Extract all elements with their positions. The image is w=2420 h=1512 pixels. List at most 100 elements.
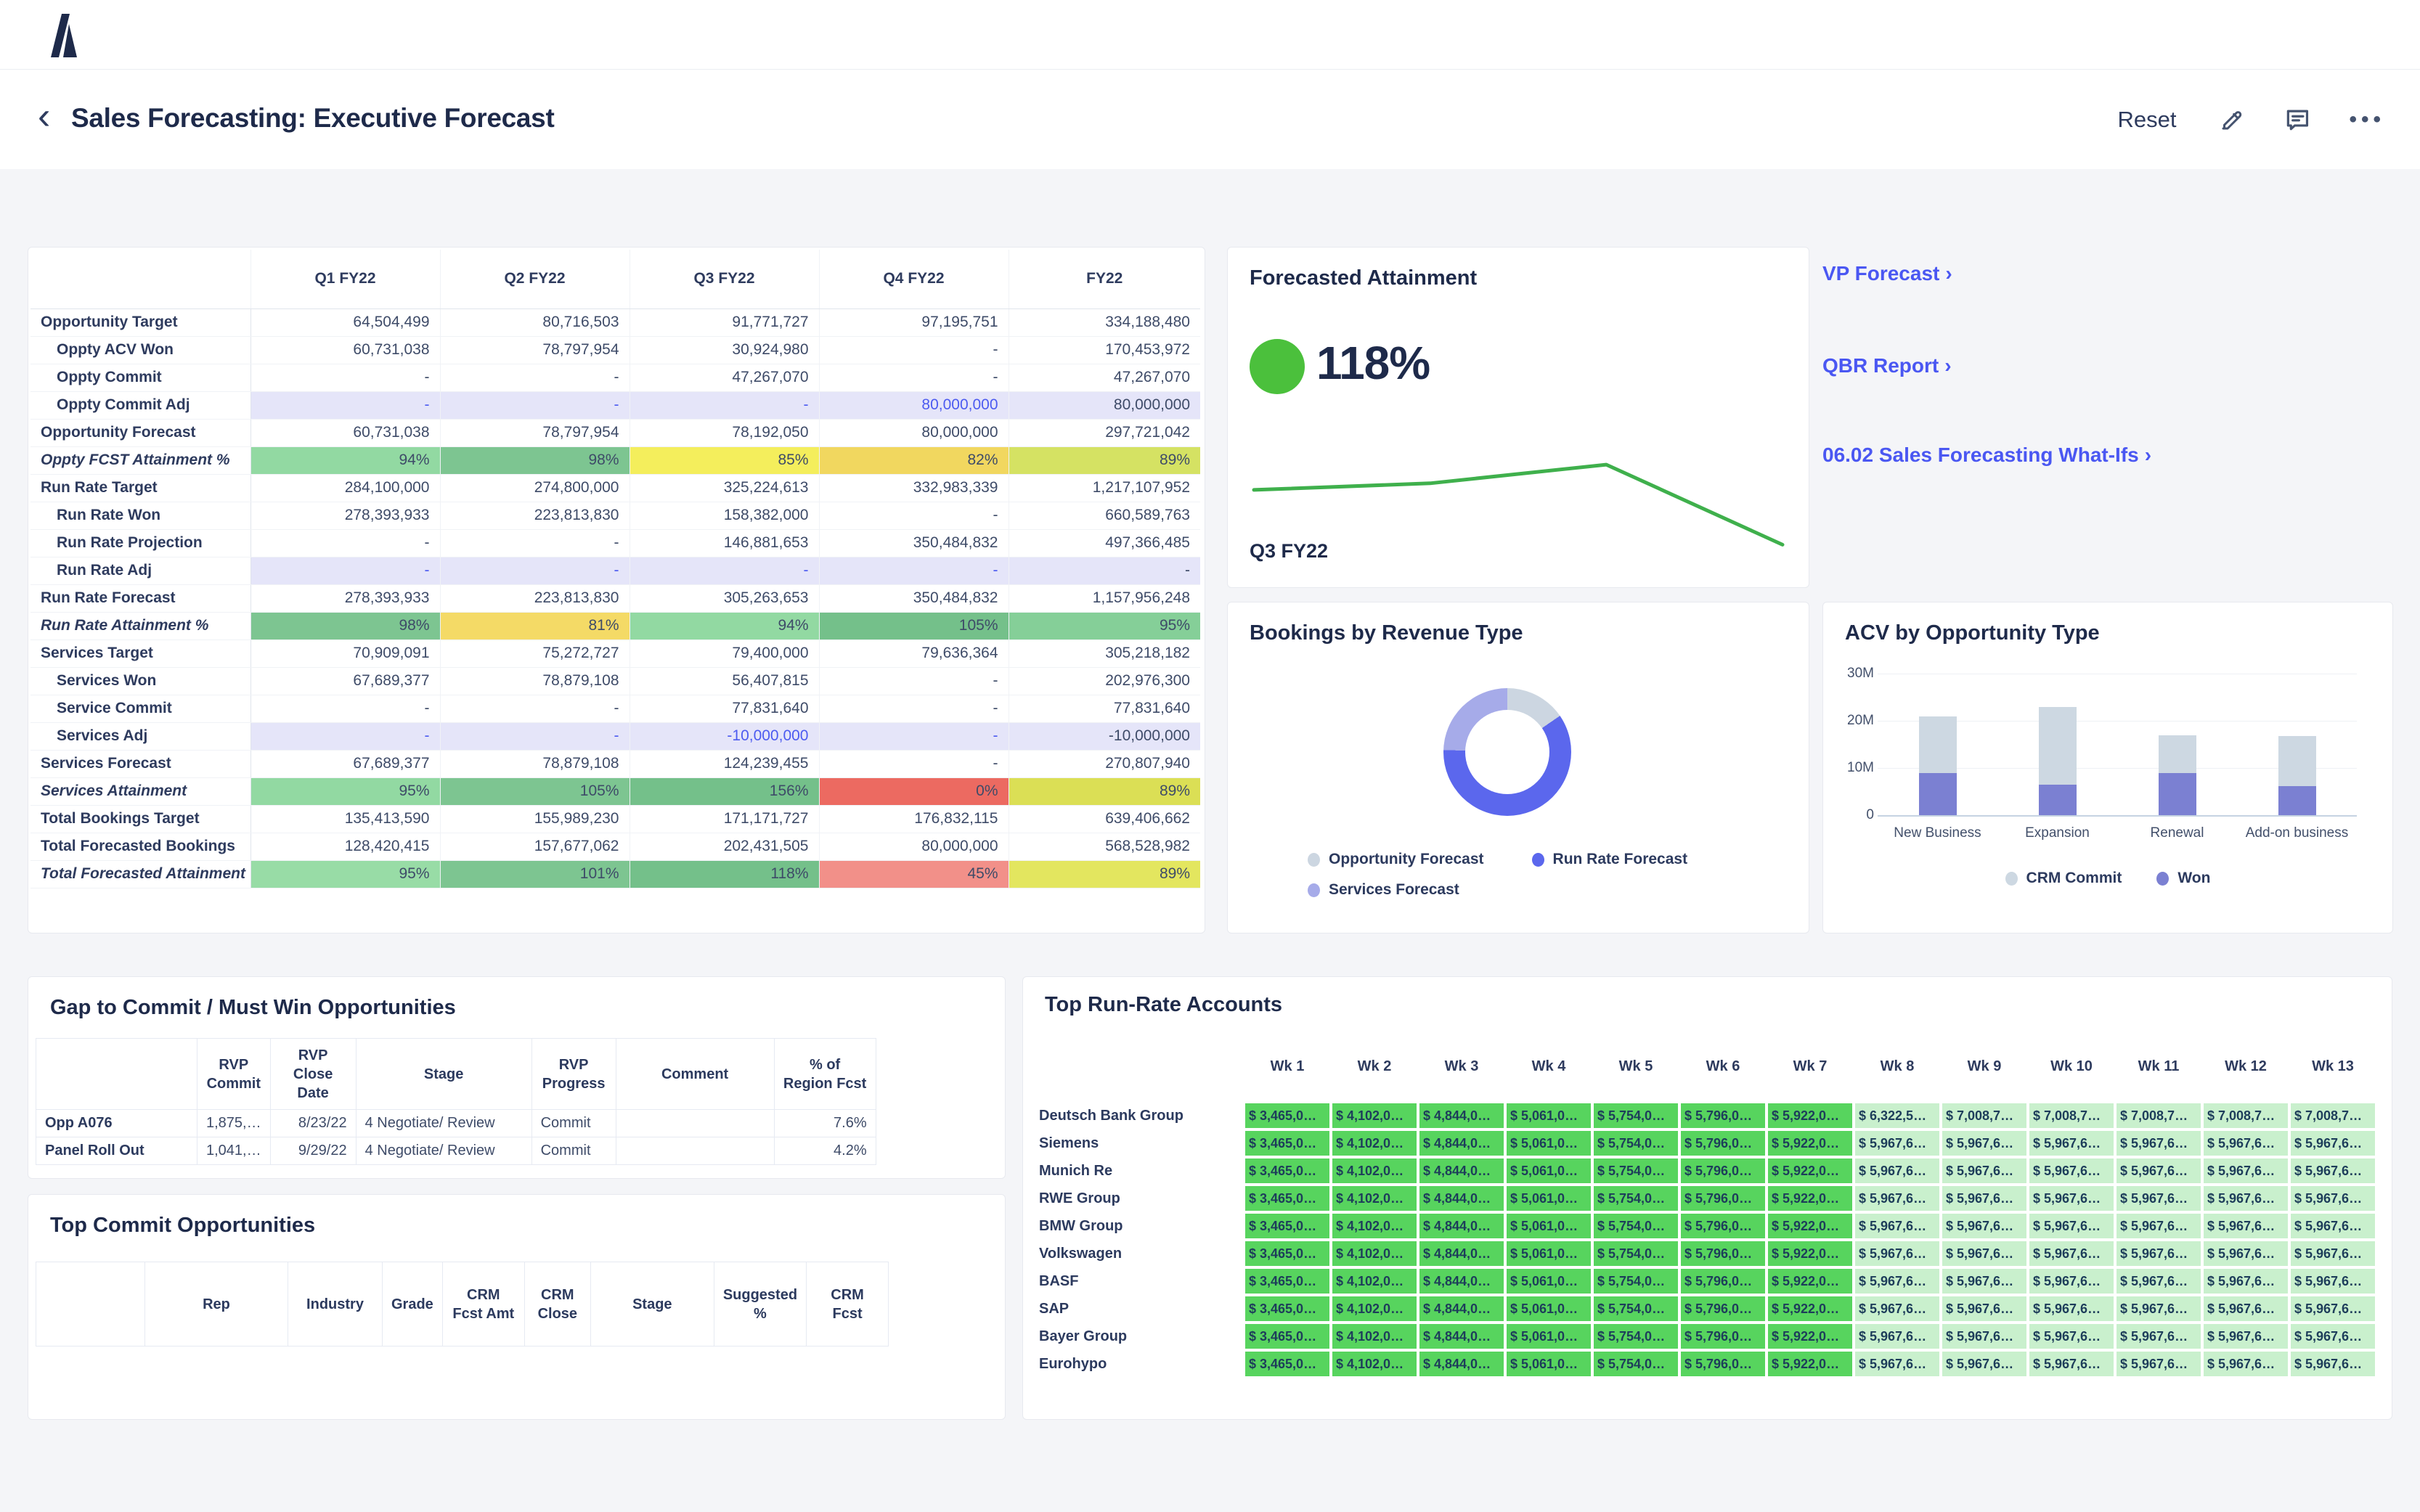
week-value-cell[interactable]: $ 5,967,6… (2115, 1212, 2202, 1240)
grid-cell[interactable]: 223,813,830 (440, 502, 630, 529)
week-value-cell[interactable]: $ 3,465,0… (1244, 1350, 1331, 1378)
table-cell[interactable]: 1,875,… (197, 1110, 271, 1137)
grid-cell[interactable]: 105% (440, 777, 630, 805)
week-value-cell[interactable]: $ 4,102,0… (1331, 1350, 1418, 1378)
week-value-cell[interactable]: $ 5,922,0… (1767, 1102, 1854, 1129)
week-value-cell[interactable]: $ 4,102,0… (1331, 1129, 1418, 1157)
week-value-cell[interactable]: $ 5,061,0… (1505, 1267, 1592, 1295)
table-cell[interactable] (616, 1137, 774, 1165)
week-value-cell[interactable]: $ 4,844,0… (1418, 1350, 1505, 1378)
week-value-cell[interactable]: $ 5,967,6… (2028, 1240, 2115, 1267)
week-value-cell[interactable]: $ 5,796,0… (1679, 1185, 1767, 1212)
week-value-cell[interactable]: $ 5,061,0… (1505, 1295, 1592, 1323)
grid-cell[interactable]: 155,989,230 (440, 805, 630, 833)
week-value-cell[interactable]: $ 4,102,0… (1331, 1185, 1418, 1212)
grid-cell[interactable]: 124,239,455 (630, 750, 819, 777)
week-value-cell[interactable]: $ 5,922,0… (1767, 1240, 1854, 1267)
week-value-cell[interactable]: $ 4,844,0… (1418, 1102, 1505, 1129)
grid-cell[interactable]: 497,366,485 (1009, 529, 1200, 557)
grid-cell[interactable]: 334,188,480 (1009, 308, 1200, 336)
week-value-cell[interactable]: $ 6,322,5… (1854, 1102, 1941, 1129)
week-value-cell[interactable]: $ 5,967,6… (2115, 1350, 2202, 1378)
week-value-cell[interactable]: $ 3,465,0… (1244, 1185, 1331, 1212)
bar-segment-won[interactable] (1919, 773, 1957, 816)
week-value-cell[interactable]: $ 5,796,0… (1679, 1157, 1767, 1185)
week-value-cell[interactable]: $ 5,967,6… (2289, 1295, 2376, 1323)
grid-cell[interactable]: 70,909,091 (250, 639, 440, 667)
week-value-cell[interactable]: $ 3,465,0… (1244, 1129, 1331, 1157)
week-value-cell[interactable]: $ 5,754,0… (1592, 1185, 1679, 1212)
week-value-cell[interactable]: $ 5,922,0… (1767, 1157, 1854, 1185)
week-value-cell[interactable]: $ 3,465,0… (1244, 1212, 1331, 1240)
week-value-cell[interactable]: $ 5,967,6… (2202, 1185, 2289, 1212)
grid-cell[interactable]: 60,731,038 (250, 419, 440, 446)
week-value-cell[interactable]: $ 3,465,0… (1244, 1157, 1331, 1185)
bar-segment-crm-commit[interactable] (2159, 735, 2196, 773)
week-value-cell[interactable]: $ 5,967,6… (1854, 1240, 1941, 1267)
week-value-cell[interactable]: $ 5,967,6… (1941, 1267, 2028, 1295)
grid-cell[interactable]: - (440, 557, 630, 584)
week-value-cell[interactable]: $ 5,967,6… (2289, 1323, 2376, 1350)
week-value-cell[interactable]: $ 5,967,6… (2028, 1267, 2115, 1295)
week-value-cell[interactable]: $ 5,754,0… (1592, 1102, 1679, 1129)
week-value-cell[interactable]: $ 5,967,6… (2028, 1129, 2115, 1157)
grid-cell[interactable]: 176,832,115 (819, 805, 1009, 833)
grid-cell[interactable]: - (630, 557, 819, 584)
grid-cell[interactable]: 85% (630, 446, 819, 474)
week-value-cell[interactable]: $ 5,922,0… (1767, 1212, 1854, 1240)
grid-cell[interactable]: 278,393,933 (250, 502, 440, 529)
grid-cell[interactable]: 45% (819, 860, 1009, 888)
bar-segment-won[interactable] (2039, 785, 2077, 815)
grid-cell[interactable]: 98% (250, 612, 440, 639)
week-value-cell[interactable]: $ 5,922,0… (1767, 1267, 1854, 1295)
week-value-cell[interactable]: $ 4,102,0… (1331, 1240, 1418, 1267)
grid-cell[interactable]: 332,983,339 (819, 474, 1009, 502)
grid-cell[interactable]: 156% (630, 777, 819, 805)
grid-cell[interactable]: 98% (440, 446, 630, 474)
week-value-cell[interactable]: $ 5,967,6… (2289, 1185, 2376, 1212)
grid-cell[interactable]: 278,393,933 (250, 584, 440, 612)
week-value-cell[interactable]: $ 5,922,0… (1767, 1350, 1854, 1378)
week-value-cell[interactable]: $ 5,796,0… (1679, 1350, 1767, 1378)
week-value-cell[interactable]: $ 5,967,6… (2289, 1267, 2376, 1295)
grid-cell[interactable]: 305,263,653 (630, 584, 819, 612)
grid-cell[interactable]: 79,636,364 (819, 639, 1009, 667)
grid-cell[interactable]: 0% (819, 777, 1009, 805)
grid-cell[interactable]: 202,976,300 (1009, 667, 1200, 695)
grid-cell[interactable]: - (819, 364, 1009, 391)
week-value-cell[interactable]: $ 5,967,6… (1941, 1129, 2028, 1157)
grid-cell[interactable]: 350,484,832 (819, 584, 1009, 612)
grid-cell[interactable]: 78,797,954 (440, 336, 630, 364)
week-value-cell[interactable]: $ 5,922,0… (1767, 1185, 1854, 1212)
grid-cell[interactable]: - (630, 391, 819, 419)
week-value-cell[interactable]: $ 5,061,0… (1505, 1323, 1592, 1350)
week-value-cell[interactable]: $ 5,967,6… (1854, 1267, 1941, 1295)
comment-icon[interactable] (2283, 106, 2311, 134)
grid-cell[interactable]: - (819, 502, 1009, 529)
grid-cell[interactable]: - (440, 722, 630, 750)
week-value-cell[interactable]: $ 5,967,6… (1941, 1212, 2028, 1240)
week-value-cell[interactable]: $ 3,465,0… (1244, 1240, 1331, 1267)
link-vp-forecast[interactable]: VP Forecast› (1822, 262, 1952, 285)
grid-cell[interactable]: 89% (1009, 446, 1200, 474)
grid-cell[interactable]: 75,272,727 (440, 639, 630, 667)
week-value-cell[interactable]: $ 5,967,6… (1854, 1185, 1941, 1212)
grid-cell[interactable]: 171,171,727 (630, 805, 819, 833)
week-value-cell[interactable]: $ 5,796,0… (1679, 1102, 1767, 1129)
back-chevron-icon[interactable]: ‹ (38, 94, 50, 138)
grid-cell[interactable]: 91,771,727 (630, 308, 819, 336)
grid-cell[interactable]: - (819, 557, 1009, 584)
grid-cell[interactable]: - (250, 529, 440, 557)
grid-cell[interactable]: - (250, 391, 440, 419)
week-value-cell[interactable]: $ 5,061,0… (1505, 1157, 1592, 1185)
week-value-cell[interactable]: $ 5,967,6… (2115, 1267, 2202, 1295)
grid-cell[interactable]: - (1009, 557, 1200, 584)
grid-cell[interactable]: 47,267,070 (630, 364, 819, 391)
grid-cell[interactable]: 118% (630, 860, 819, 888)
week-value-cell[interactable]: $ 5,967,6… (2289, 1212, 2376, 1240)
grid-cell[interactable]: - (440, 695, 630, 722)
week-value-cell[interactable]: $ 5,922,0… (1767, 1295, 1854, 1323)
week-value-cell[interactable]: $ 5,967,6… (2028, 1185, 2115, 1212)
week-value-cell[interactable]: $ 5,967,6… (1854, 1212, 1941, 1240)
week-value-cell[interactable]: $ 5,754,0… (1592, 1212, 1679, 1240)
